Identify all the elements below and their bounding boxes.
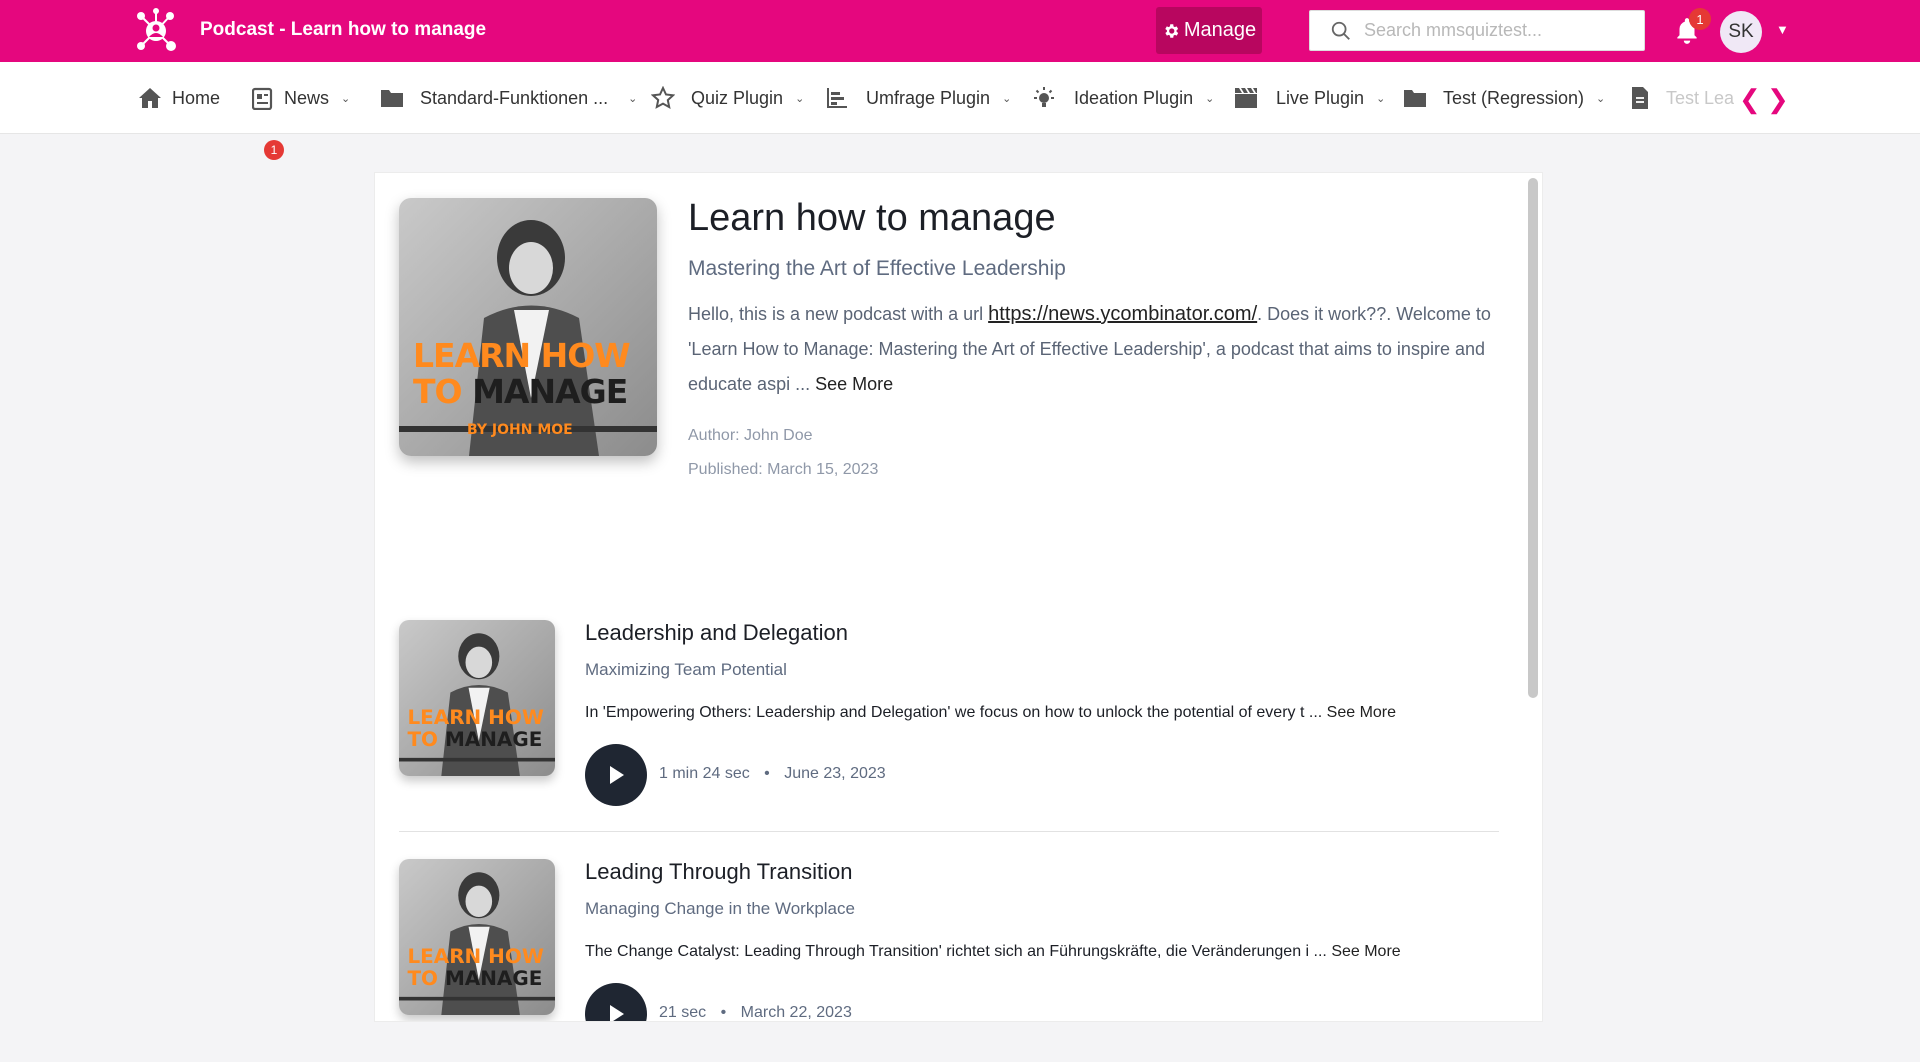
see-more-link[interactable]: See More bbox=[1331, 943, 1400, 960]
episode-description-text: In 'Empowering Others: Leadership and De… bbox=[585, 704, 1327, 721]
nav-item-standard-funktionen[interactable]: Standard-Funktionen ... ⌄ bbox=[380, 62, 637, 134]
description-text: Hello, this is a new podcast with a url bbox=[688, 304, 989, 324]
nav-item-label: Quiz Plugin bbox=[691, 87, 784, 108]
episode-divider bbox=[399, 831, 1499, 832]
podcast-card: LEARN HOW TO MANAGE BY JOHN MOE Learn ho… bbox=[374, 172, 1543, 1022]
episode-date: March 22, 2023 bbox=[740, 1004, 852, 1021]
svg-text:LEARN HOW: LEARN HOW bbox=[407, 944, 543, 968]
folder-icon bbox=[381, 90, 403, 107]
cover-text-to: TO bbox=[413, 372, 463, 411]
star-icon bbox=[651, 86, 675, 110]
svg-text:LEARN HOW: LEARN HOW bbox=[407, 705, 543, 729]
news-icon bbox=[252, 87, 273, 110]
nav-item-test-lea[interactable]: Test Lea bbox=[1630, 62, 1740, 134]
search-box bbox=[1309, 10, 1645, 51]
top-bar: Podcast - Learn how to manage Manage 1 S… bbox=[0, 0, 1920, 62]
chevron-down-icon: ⌄ bbox=[1002, 92, 1012, 105]
clapperboard-icon bbox=[1235, 88, 1257, 108]
chevron-down-icon: ⌄ bbox=[341, 92, 351, 105]
podcast-description: Hello, this is a new podcast with a url … bbox=[688, 297, 1498, 402]
episode-subtitle: Maximizing Team Potential bbox=[585, 660, 787, 679]
podcast-cover-image: LEARN HOW TO MANAGE BY JOHN MOE bbox=[399, 198, 657, 456]
episode-meta: 21 sec • March 22, 2023 bbox=[659, 1004, 852, 1021]
cover-text-line1: LEARN HOW bbox=[413, 336, 631, 375]
notification-badge: 1 bbox=[1689, 8, 1711, 30]
play-button[interactable] bbox=[585, 983, 647, 1021]
podcast-title: Learn how to manage bbox=[688, 197, 1056, 239]
chevron-down-icon: ⌄ bbox=[1596, 92, 1606, 105]
caret-down-icon[interactable]: ▼ bbox=[1776, 22, 1789, 37]
nav-item-news[interactable]: News ⌄ bbox=[252, 62, 350, 134]
nav-item-label: Test Lea bbox=[1666, 87, 1735, 108]
episode-cover-image: LEARN HOW TO MANAGE bbox=[399, 859, 555, 1015]
nav-item-label: Live Plugin bbox=[1276, 87, 1365, 108]
meta-separator: • bbox=[720, 1004, 727, 1021]
nav-item-label: Umfrage Plugin bbox=[866, 87, 991, 108]
chevron-down-icon: ⌄ bbox=[1205, 92, 1215, 105]
nav-item-label: Standard-Funktionen ... bbox=[420, 87, 609, 108]
manage-button[interactable]: Manage bbox=[1156, 7, 1262, 54]
gear-icon bbox=[1165, 23, 1179, 38]
cover-text-manage: MANAGE bbox=[472, 372, 628, 411]
manage-label: Manage bbox=[1183, 19, 1257, 41]
nav-item-live-plugin[interactable]: Live Plugin ⌄ bbox=[1234, 62, 1385, 134]
meta-separator: • bbox=[764, 765, 770, 782]
see-more-link[interactable]: See More bbox=[1327, 704, 1396, 721]
nav-item-label: Home bbox=[172, 87, 221, 108]
app-title: Podcast - Learn how to manage bbox=[200, 19, 487, 40]
content-scrollbar[interactable] bbox=[1528, 178, 1538, 698]
avatar[interactable]: SK bbox=[1720, 11, 1762, 53]
home-icon bbox=[139, 88, 161, 108]
main-nav: Home News ⌄ 1 Standard-Funktionen ... ⌄ … bbox=[0, 62, 1920, 160]
play-button[interactable] bbox=[585, 744, 647, 806]
play-icon bbox=[610, 1005, 624, 1021]
document-icon bbox=[1632, 87, 1648, 109]
nav-item-test-regression[interactable]: Test (Regression) ⌄ bbox=[1403, 62, 1605, 134]
lightbulb-icon bbox=[1034, 87, 1054, 107]
search-icon bbox=[1331, 21, 1350, 40]
chevron-down-icon: ⌄ bbox=[628, 92, 638, 105]
description-link[interactable]: https://news.ycombinator.com/ bbox=[988, 303, 1257, 325]
nav-item-ideation-plugin[interactable]: Ideation Plugin ⌄ bbox=[1032, 62, 1214, 134]
episode-subtitle: Managing Change in the Workplace bbox=[585, 899, 855, 918]
episode-title[interactable]: Leadership and Delegation bbox=[585, 620, 848, 646]
episode-description: In 'Empowering Others: Leadership and De… bbox=[585, 704, 1396, 722]
search-input[interactable] bbox=[1364, 20, 1634, 41]
chevron-down-icon: ⌄ bbox=[1376, 92, 1386, 105]
play-icon bbox=[610, 766, 624, 784]
episode-duration: 21 sec bbox=[659, 1004, 707, 1021]
nav-item-quiz-plugin[interactable]: Quiz Plugin ⌄ bbox=[651, 62, 804, 134]
nav-item-home[interactable]: Home bbox=[138, 62, 220, 134]
app-logo-icon[interactable] bbox=[132, 7, 180, 55]
see-more-link[interactable]: See More bbox=[815, 374, 893, 394]
episode-cover-image: LEARN HOW TO MANAGE bbox=[399, 620, 555, 776]
nav-item-umfrage-plugin[interactable]: Umfrage Plugin ⌄ bbox=[826, 62, 1011, 134]
podcast-published: Published: March 15, 2023 bbox=[688, 461, 879, 478]
nav-item-label: Test (Regression) bbox=[1443, 87, 1585, 108]
episode-description: The Change Catalyst: Leading Through Tra… bbox=[585, 943, 1401, 961]
nav-scroll-right-icon[interactable]: ❯ bbox=[1767, 84, 1789, 115]
nav-item-label: Ideation Plugin bbox=[1074, 87, 1194, 108]
page: Podcast - Learn how to manage Manage 1 S… bbox=[0, 0, 1920, 1062]
episode-date: June 23, 2023 bbox=[784, 765, 886, 782]
podcast-subtitle: Mastering the Art of Effective Leadershi… bbox=[688, 257, 1066, 280]
bar-chart-icon bbox=[827, 88, 847, 108]
episode-description-text: The Change Catalyst: Leading Through Tra… bbox=[585, 943, 1332, 960]
episode-meta: 1 min 24 sec • June 23, 2023 bbox=[659, 765, 886, 783]
folder-icon bbox=[1404, 90, 1426, 107]
svg-text:TO MANAGE: TO MANAGE bbox=[407, 727, 542, 751]
chevron-down-icon: ⌄ bbox=[795, 92, 805, 105]
episode-title[interactable]: Leading Through Transition bbox=[585, 859, 852, 885]
svg-text:TO MANAGE: TO MANAGE bbox=[407, 966, 542, 990]
nav-item-label: News bbox=[284, 87, 330, 108]
episode-duration: 1 min 24 sec bbox=[659, 765, 750, 782]
podcast-author: Author: John Doe bbox=[688, 427, 813, 444]
nav-scroll-left-icon[interactable]: ❮ bbox=[1739, 84, 1761, 115]
news-badge: 1 bbox=[264, 140, 284, 160]
cover-byline: BY JOHN MOE bbox=[467, 422, 573, 438]
